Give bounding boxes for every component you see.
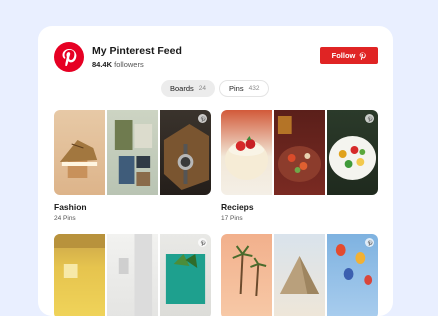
feed-title: My Pinterest Feed [92, 45, 182, 57]
board-card-travel[interactable] [221, 234, 378, 316]
board-collage[interactable] [221, 234, 378, 316]
tab-boards[interactable]: Boards 24 [161, 80, 215, 97]
board-card-fashion[interactable]: Fashion 24 Pins [54, 110, 211, 222]
pinterest-p-icon [198, 114, 207, 123]
board-image [327, 110, 378, 195]
board-image [107, 234, 158, 316]
pinterest-p-icon [365, 114, 374, 123]
pinterest-p-icon [365, 238, 374, 247]
board-image [107, 110, 158, 195]
board-image [221, 234, 272, 316]
board-image [160, 234, 211, 316]
board-name[interactable]: Reciеps [221, 202, 378, 212]
board-image [160, 110, 211, 195]
board-image [274, 110, 325, 195]
board-card-interiors[interactable] [54, 234, 211, 316]
followers-label: followers [114, 60, 144, 69]
board-collage[interactable] [54, 110, 211, 195]
pinterest-p-icon [360, 52, 367, 60]
board-image [54, 234, 105, 316]
board-image [274, 234, 325, 316]
tab-bar: Boards 24 Pins 432 [161, 80, 270, 97]
board-card-recipes[interactable]: Reciеps 17 Pins [221, 110, 378, 222]
board-image [54, 110, 105, 195]
pinterest-logo-icon[interactable] [54, 42, 84, 72]
followers-count: 84.4K followers [92, 60, 144, 69]
tab-pins-count: 432 [248, 85, 260, 92]
board-name[interactable]: Fashion [54, 202, 211, 212]
follow-button[interactable]: Follow [320, 47, 378, 64]
pinterest-p-icon [198, 238, 207, 247]
follow-label: Follow [331, 51, 356, 60]
board-image [327, 234, 378, 316]
tab-pins-label: Pins [229, 84, 244, 93]
board-image [221, 110, 272, 195]
tab-boards-count: 24 [198, 85, 206, 92]
board-collage[interactable] [221, 110, 378, 195]
pinterest-feed-widget: My Pinterest Feed 84.4K followers Follow… [38, 26, 393, 316]
tab-boards-label: Boards [170, 84, 194, 93]
followers-number: 84.4K [92, 60, 113, 69]
board-pin-count: 17 Pins [221, 215, 243, 222]
board-collage[interactable] [54, 234, 211, 316]
tab-pins[interactable]: Pins 432 [219, 80, 270, 97]
board-pin-count: 24 Pins [54, 215, 76, 222]
